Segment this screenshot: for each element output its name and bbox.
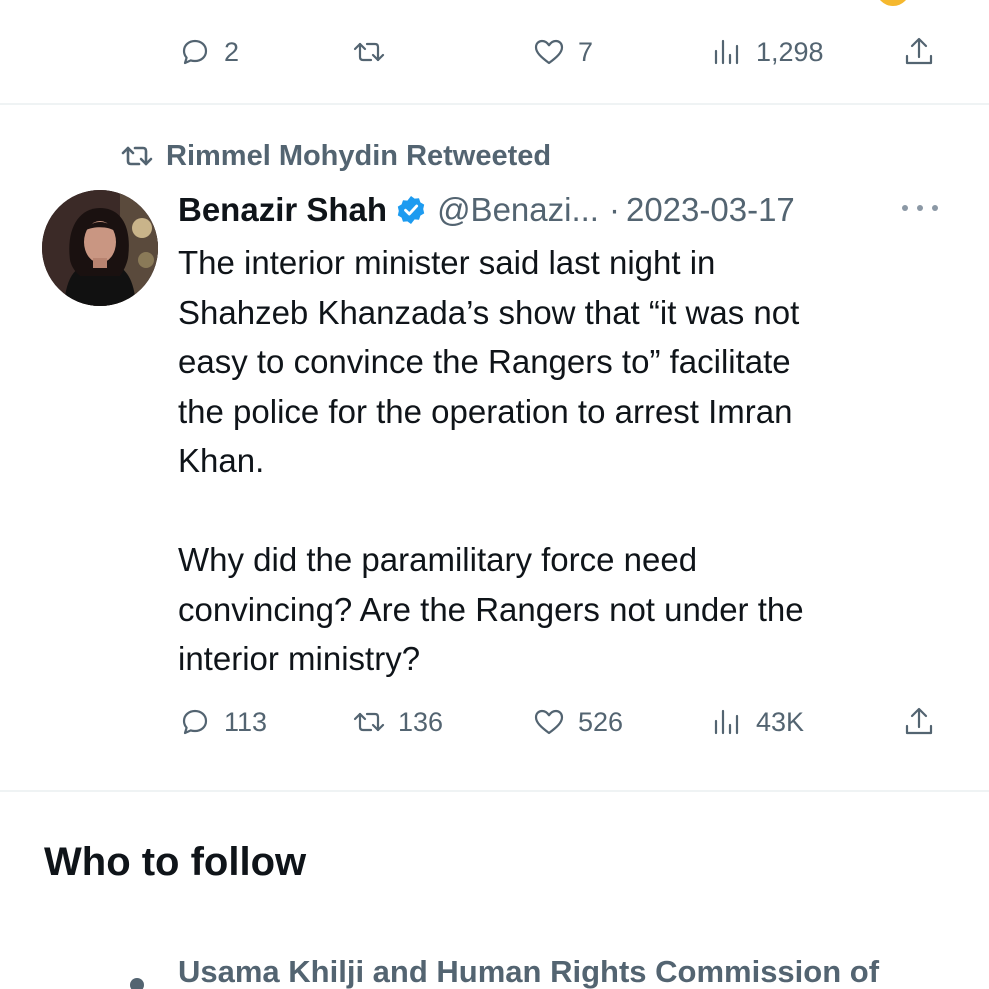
like-button[interactable]: 526 xyxy=(532,702,623,742)
views-button[interactable]: 43K xyxy=(710,702,804,742)
handle[interactable]: @Benazi... xyxy=(437,191,599,229)
tweet-text-line: convincing? Are the Rangers not under th… xyxy=(178,590,804,628)
tweet-text-line: The interior minister said last night in xyxy=(178,244,716,281)
like-count: 526 xyxy=(578,706,624,737)
retweet-icon xyxy=(121,146,153,166)
reply-count: 2 xyxy=(224,36,240,67)
views-icon xyxy=(714,39,739,65)
follow-suggestion-text[interactable]: Usama Khilji and Human Rights Commission… xyxy=(178,954,879,989)
tweet-header: Benazir Shah @Benazi... · 2023-03-17 xyxy=(178,186,795,234)
tweet-divider xyxy=(0,103,989,105)
tweet-text-line: Shahzeb Khanzada’s show that “it was not xyxy=(178,293,800,331)
share-button[interactable] xyxy=(902,32,936,72)
views-button[interactable]: 1,298 xyxy=(710,32,824,72)
heart-icon xyxy=(534,709,564,735)
reply-button[interactable]: 2 xyxy=(178,32,239,72)
separator-dot: · xyxy=(608,191,620,228)
emoji-icon xyxy=(876,0,910,6)
views-count: 1,298 xyxy=(756,36,824,67)
follow-suggestion-item[interactable]: Usama Khilji and Human Rights Commission… xyxy=(130,952,989,989)
heart-icon xyxy=(534,39,564,65)
tweet-date[interactable]: 2023-03-17 xyxy=(626,191,795,229)
verified-badge-icon xyxy=(397,196,425,224)
retweet-context[interactable]: Rimmel Mohydin Retweeted xyxy=(120,138,551,174)
tweet-text-line: easy to convince the Rangers to” facilit… xyxy=(178,343,791,380)
previous-tweet-actions: 2 7 1,298 xyxy=(178,32,948,72)
tweet-text-line: the police for the operation to arrest I… xyxy=(178,392,793,430)
share-icon xyxy=(905,37,933,65)
tweet-text: The interior minister said last night in… xyxy=(178,238,938,684)
like-count: 7 xyxy=(578,36,594,67)
share-icon xyxy=(905,707,933,735)
views-icon xyxy=(714,709,739,735)
previous-tweet[interactable]: 2 7 1,298 xyxy=(0,0,989,104)
tweet-actions: 113 136 526 43K xyxy=(178,702,948,742)
reply-icon xyxy=(182,39,208,65)
tweet-text-line: Khan. xyxy=(178,442,265,479)
reply-icon xyxy=(182,709,208,735)
retweeted-by-label[interactable]: Rimmel Mohydin Retweeted xyxy=(166,140,551,173)
who-to-follow-title: Who to follow xyxy=(44,840,307,884)
tweet-text-line: interior ministry? xyxy=(178,640,421,677)
retweet-button[interactable]: 136 xyxy=(352,702,443,742)
more-icon[interactable] xyxy=(902,196,938,220)
reply-button[interactable]: 113 xyxy=(178,702,267,742)
like-button[interactable]: 7 xyxy=(532,32,593,72)
section-divider xyxy=(0,790,989,792)
tweet-text-line: Why did the paramilitary force need xyxy=(178,541,698,578)
retweet-icon xyxy=(353,42,385,62)
retweet-icon xyxy=(353,712,385,732)
reply-count: 113 xyxy=(224,706,268,737)
bullet-icon xyxy=(130,978,144,989)
avatar[interactable] xyxy=(42,190,158,306)
retweet-button[interactable] xyxy=(352,32,398,72)
profile-photo xyxy=(42,190,158,306)
display-name[interactable]: Benazir Shah xyxy=(178,191,387,229)
share-button[interactable] xyxy=(902,702,936,742)
retweet-count: 136 xyxy=(398,706,444,737)
views-count: 43K xyxy=(756,706,805,737)
